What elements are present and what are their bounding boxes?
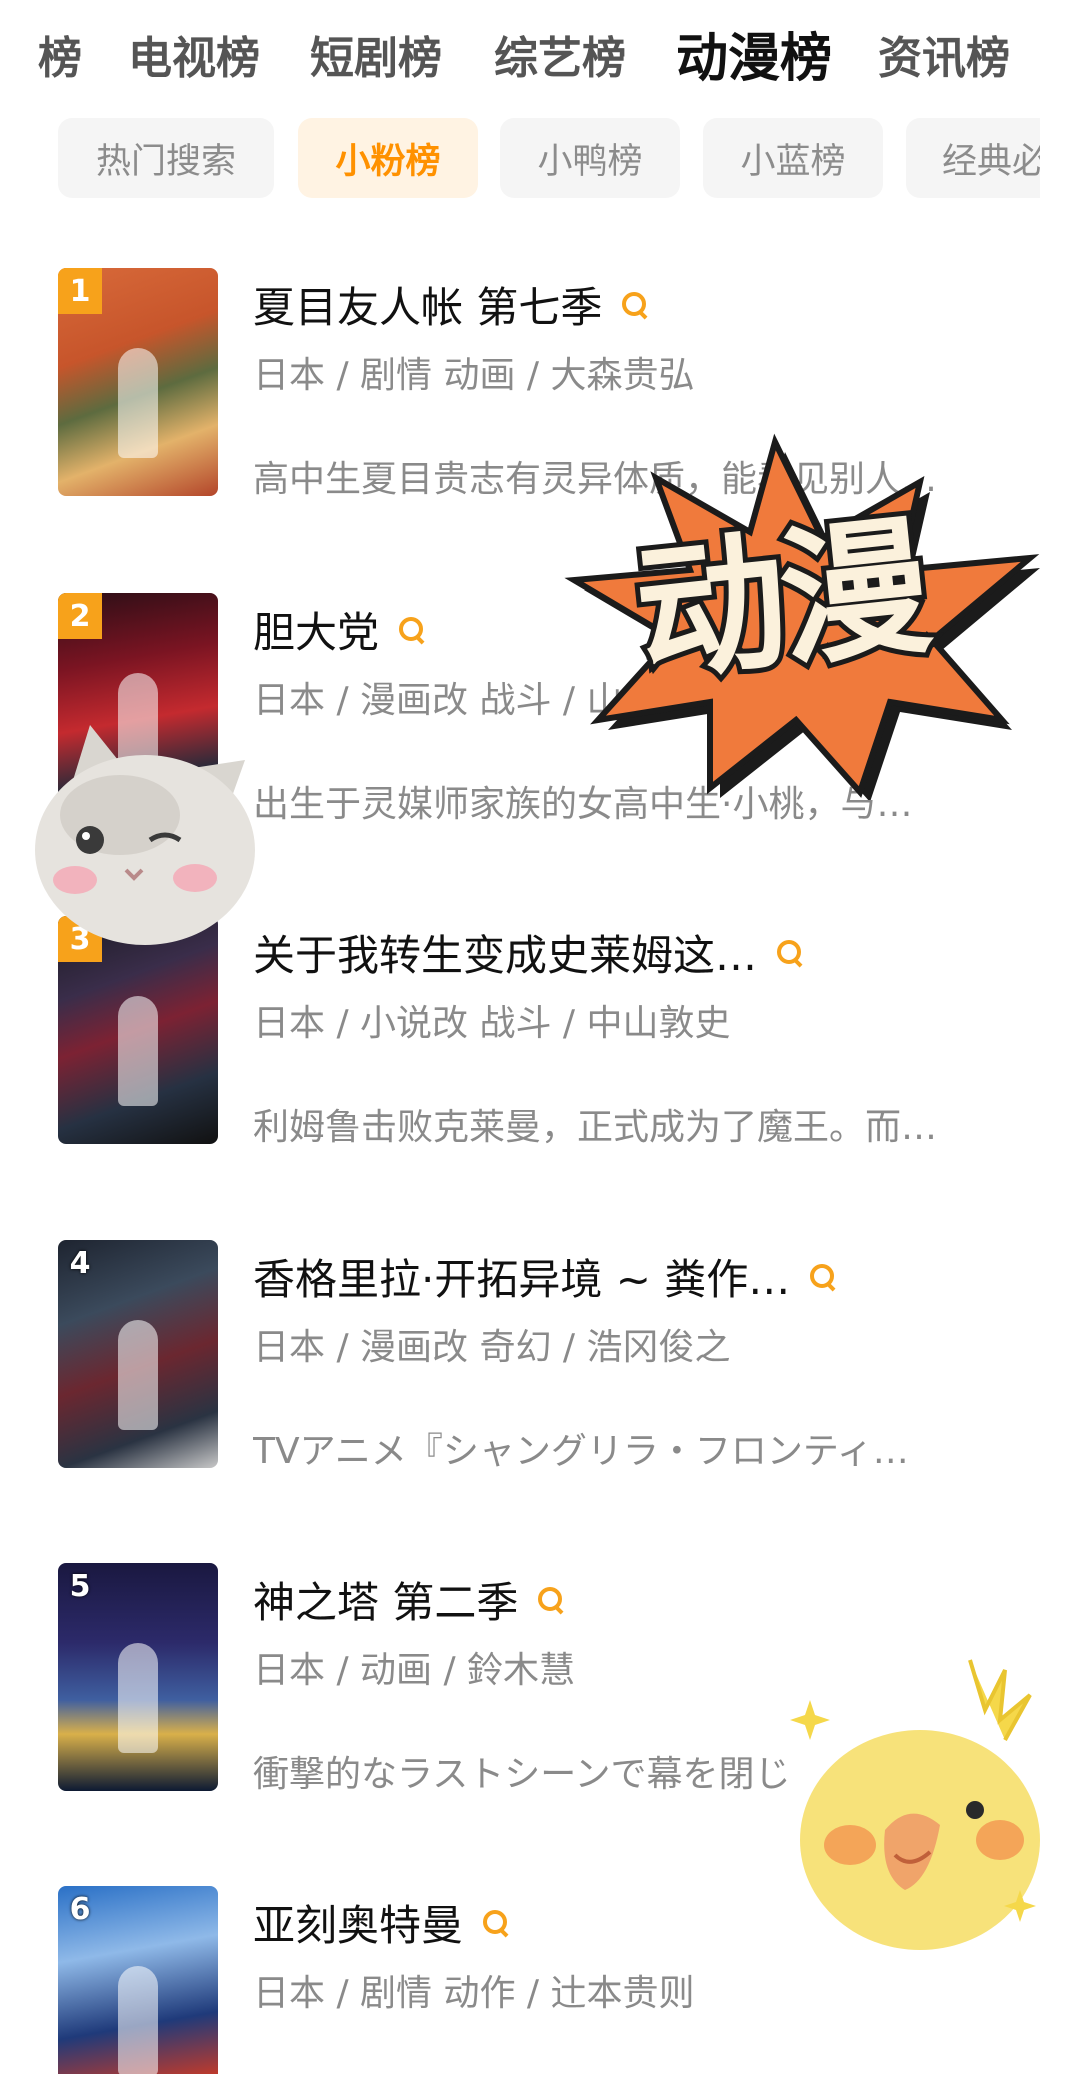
item-title[interactable]: 夏目友人帐 第七季	[253, 274, 602, 335]
poster-figure	[118, 1965, 158, 2074]
search-icon[interactable]	[481, 1908, 509, 1936]
cat-eye-highlight	[82, 832, 90, 840]
item-description: 利姆鲁击败克莱曼，正式成为了魔王。而…	[253, 1107, 938, 1148]
tab-variety[interactable]: 综艺榜	[494, 22, 626, 86]
tab-anime[interactable]: 动漫榜	[676, 16, 832, 91]
poster-image[interactable]: 4	[58, 1240, 218, 1468]
poster-image[interactable]: 1	[58, 268, 218, 496]
item-meta: 日本 / 小说改 战斗 / 中山敦史	[253, 1003, 731, 1044]
sub-ranking-tabs: 热门搜索 小粉榜 小鸭榜 小蓝榜 经典必	[0, 118, 1040, 202]
rank-badge: 1	[58, 268, 102, 314]
list-item[interactable]: 3 关于我转生变成史莱姆这… 日本 / 小说改 战斗 / 中山敦史 利姆鲁击败克…	[0, 916, 1078, 1148]
search-icon[interactable]	[775, 938, 803, 966]
item-meta: 日本 / 剧情 动画 / 大森贵弘	[253, 355, 695, 396]
tab-tv[interactable]: 电视榜	[128, 22, 260, 86]
bird-cheek-right	[976, 1820, 1024, 1860]
sticker-text: 动漫	[623, 495, 938, 708]
item-title[interactable]: 亚刻奥特曼	[253, 1892, 463, 1953]
tab-partial-left[interactable]: 榜	[38, 22, 82, 86]
subtab-blue[interactable]: 小蓝榜	[703, 118, 883, 198]
item-title[interactable]: 香格里拉·开拓异境 ~ 粪作…	[253, 1246, 790, 1307]
poster-figure	[118, 347, 158, 458]
poster-figure	[118, 1319, 158, 1430]
item-meta: 日本 / 动画 / 鈴木慧	[253, 1650, 576, 1691]
top-category-tabs: 榜 电视榜 短剧榜 综艺榜 动漫榜 资讯榜	[0, 0, 1078, 110]
item-title[interactable]: 胆大党	[253, 599, 379, 660]
rank-badge: 2	[58, 593, 102, 639]
rank-badge: 5	[69, 1568, 91, 1604]
poster-image[interactable]: 5	[58, 1563, 218, 1791]
rank-badge: 6	[69, 1891, 91, 1927]
bird-sticker-icon	[790, 1659, 1040, 1950]
title-row: 夏目友人帐 第七季	[253, 276, 648, 332]
poster-image[interactable]: 3	[58, 916, 218, 1144]
cat-blush-right	[173, 864, 217, 892]
rank-badge: 4	[69, 1245, 91, 1281]
cat-sticker-icon	[35, 725, 255, 945]
subtab-hot-search[interactable]: 热门搜索	[58, 118, 274, 198]
poster-image[interactable]: 6	[58, 1886, 218, 2074]
title-row: 胆大党	[253, 601, 425, 657]
title-row: 关于我转生变成史莱姆这…	[253, 924, 803, 980]
cat-eye-open	[76, 826, 104, 854]
subtab-classic[interactable]: 经典必	[906, 118, 1040, 198]
title-row: 香格里拉·开拓异境 ~ 粪作…	[253, 1248, 836, 1304]
poster-figure	[118, 1642, 158, 1753]
tab-short-drama[interactable]: 短剧榜	[310, 22, 442, 86]
tab-news[interactable]: 资讯榜	[878, 22, 1010, 86]
subtab-pink[interactable]: 小粉榜	[298, 118, 478, 198]
bird-cheek-left	[824, 1825, 876, 1865]
subtab-duck[interactable]: 小鸭榜	[500, 118, 680, 198]
bird-eye	[966, 1801, 984, 1819]
sparkle-icon	[790, 1700, 830, 1740]
item-title[interactable]: 关于我转生变成史莱姆这…	[253, 922, 757, 983]
cat-blush-left	[53, 866, 97, 894]
title-row: 神之塔 第二季	[253, 1571, 564, 1627]
search-icon[interactable]	[397, 615, 425, 643]
item-title[interactable]: 神之塔 第二季	[253, 1569, 518, 1630]
search-icon[interactable]	[808, 1262, 836, 1290]
bird-crest	[968, 1659, 1032, 1741]
item-meta: 日本 / 剧情 动作 / 辻本贵则	[253, 1973, 695, 2014]
search-icon[interactable]	[536, 1585, 564, 1613]
item-description: TVアニメ『シャングリラ・フロンティ…	[253, 1431, 909, 1472]
poster-figure	[118, 995, 158, 1106]
list-item[interactable]: 4 香格里拉·开拓异境 ~ 粪作… 日本 / 漫画改 奇幻 / 浩冈俊之 TVア…	[0, 1240, 1078, 1472]
search-icon[interactable]	[620, 290, 648, 318]
item-meta: 日本 / 漫画改 奇幻 / 浩冈俊之	[253, 1327, 731, 1368]
title-row: 亚刻奥特曼	[253, 1894, 509, 1950]
